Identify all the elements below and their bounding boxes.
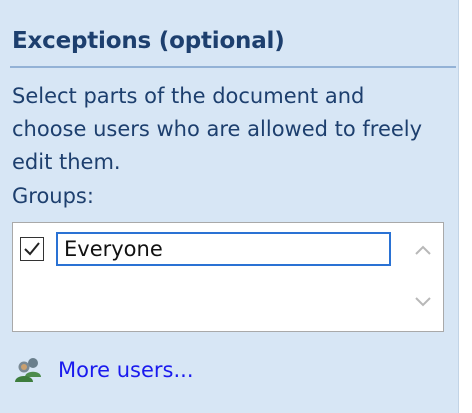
section-description: Select parts of the document and choose … bbox=[12, 84, 423, 174]
chevron-up-icon bbox=[415, 245, 431, 255]
chevron-down-icon bbox=[415, 297, 431, 307]
scroll-up-button[interactable] bbox=[409, 237, 437, 265]
restrict-editing-pane: Exceptions (optional) Select parts of th… bbox=[0, 0, 459, 413]
section-title: Exceptions (optional) bbox=[12, 28, 285, 54]
window-edge bbox=[459, 0, 472, 413]
section-divider bbox=[10, 66, 456, 68]
scroll-down-button[interactable] bbox=[409, 287, 437, 315]
more-users-link[interactable]: More users... bbox=[58, 358, 194, 382]
everyone-checkbox[interactable] bbox=[20, 237, 44, 261]
groups-label: Groups: bbox=[12, 184, 94, 208]
users-icon bbox=[15, 358, 41, 382]
more-users-row[interactable]: More users... bbox=[14, 354, 194, 386]
list-item[interactable]: Everyone bbox=[18, 232, 403, 266]
checkmark-icon bbox=[24, 242, 40, 256]
listbox-scrollbar[interactable] bbox=[409, 227, 437, 327]
group-name-everyone[interactable]: Everyone bbox=[56, 232, 391, 266]
groups-listbox[interactable]: Everyone bbox=[12, 222, 444, 332]
